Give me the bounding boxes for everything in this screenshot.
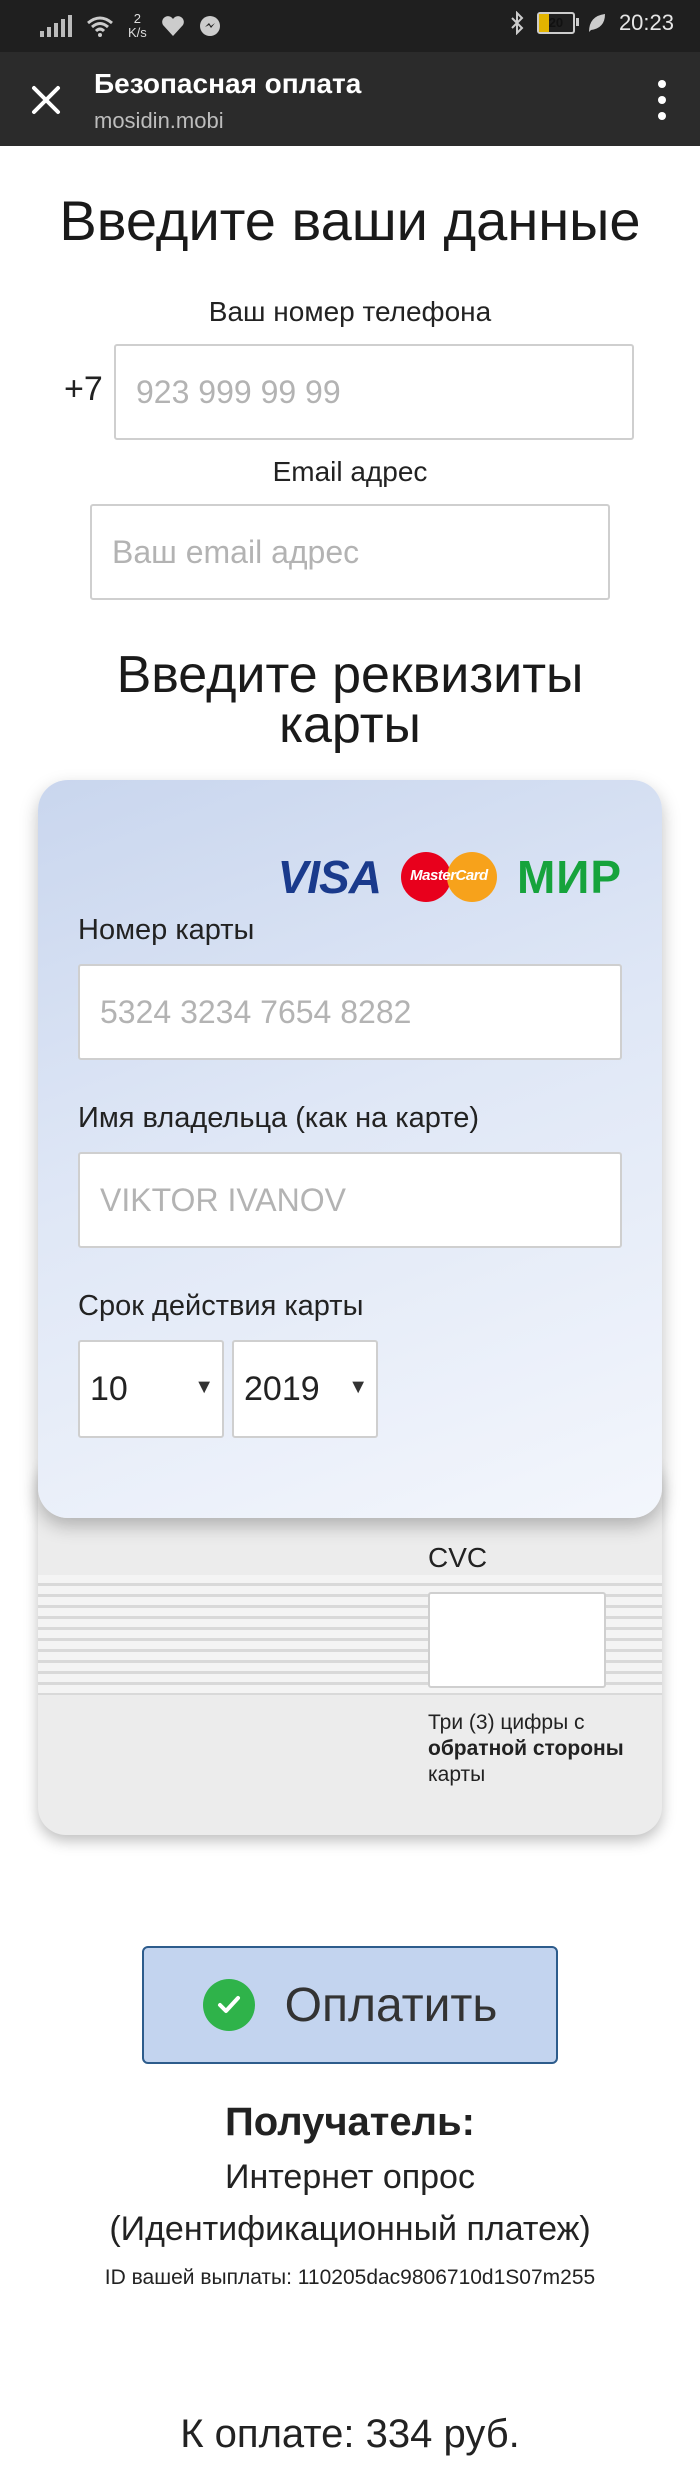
mir-logo: МИР: [516, 851, 622, 903]
network-speed: 2 K/s: [128, 12, 147, 40]
payment-amount: К оплате: 334 руб.: [180, 2412, 520, 2456]
cvc-input[interactable]: [428, 1592, 606, 1688]
dropdown-arrow-icon: ▼: [194, 1376, 214, 1398]
status-right: 20 20:23: [509, 10, 674, 36]
dropdown-arrow-icon: ▼: [348, 1376, 368, 1398]
cvc-help-line2: обратной стороны: [428, 1737, 624, 1760]
card-logos: VISA MasterCard МИР: [278, 850, 622, 904]
card-heading-line2: карты: [279, 696, 421, 754]
card-number-input[interactable]: [78, 964, 622, 1060]
speed-value: 2: [133, 11, 142, 26]
messenger-icon: [199, 16, 220, 36]
card-front: VISA MasterCard МИР Номер карты Имя влад…: [38, 780, 662, 1518]
phone-prefix: +7: [64, 370, 103, 408]
phone-label: Ваш номер телефона: [208, 296, 492, 327]
leaf-icon: [588, 14, 605, 32]
health-heart-icon: [161, 16, 184, 36]
status-left: 2 K/s: [40, 12, 221, 40]
phone-input[interactable]: [114, 344, 634, 440]
expiry-month-select[interactable]: 10 ▼: [78, 1340, 224, 1438]
pay-button-label: Оплатить: [284, 1978, 498, 2032]
card-holder-input[interactable]: [78, 1152, 622, 1248]
cvc-help: Три (3) цифры с обратной стороны карты: [428, 1710, 668, 1788]
check-icon: [202, 1979, 255, 2031]
pay-button[interactable]: Оплатить: [142, 1946, 558, 2064]
browser-title: Безопасная оплата: [94, 68, 362, 99]
cvc-help-line3: карты: [428, 1763, 486, 1786]
more-menu-button[interactable]: [654, 80, 670, 120]
expiry-year-select[interactable]: 2019 ▼: [232, 1340, 378, 1438]
card-number-label: Номер карты: [78, 914, 255, 946]
card-heading-line1: Введите реквизиты: [116, 646, 584, 704]
cell-signal-icon: [40, 15, 72, 37]
expiry-month-value: 10: [90, 1370, 128, 1408]
browser-toolbar: Безопасная оплата mosidin.mobi: [0, 52, 700, 146]
email-input[interactable]: [90, 504, 610, 600]
card-heading: Введите реквизиты карты: [0, 646, 700, 754]
cvc-help-line1: Три (3) цифры с: [428, 1711, 585, 1734]
contact-heading: Введите ваши данные: [59, 189, 641, 252]
close-button[interactable]: [24, 78, 68, 122]
email-label: Email адрес: [272, 456, 428, 487]
mastercard-logo-text: MasterCard: [410, 867, 488, 884]
expiry-label: Срок действия карты: [78, 1290, 364, 1322]
expiry-year-value: 2019: [244, 1370, 320, 1408]
wifi-icon: [87, 16, 113, 37]
browser-url: mosidin.mobi: [94, 108, 224, 133]
battery-level: 20: [548, 15, 564, 30]
recipient-type: (Идентификационный платеж): [109, 2210, 591, 2248]
mastercard-logo: MasterCard: [400, 852, 497, 902]
cvc-label: CVC: [428, 1542, 488, 1573]
status-bar: 2 K/s 20 20:23: [0, 0, 700, 52]
clock: 20:23: [618, 10, 674, 35]
page: 2 K/s 20 20:23 Безопасная оплата mosidin…: [0, 0, 700, 2490]
recipient-name: Интернет опрос: [225, 2158, 475, 2196]
bluetooth-icon: [511, 11, 524, 35]
battery-icon: 20: [536, 12, 579, 34]
close-icon: [32, 86, 60, 114]
card-holder-label: Имя владельца (как на карте): [78, 1102, 479, 1134]
visa-logo: VISA: [277, 851, 382, 903]
recipient-heading: Получатель:: [225, 2100, 475, 2144]
payment-id: ID вашей выплаты: 110205dac9806710d1S07m…: [104, 2266, 596, 2289]
speed-unit: K/s: [128, 25, 147, 40]
